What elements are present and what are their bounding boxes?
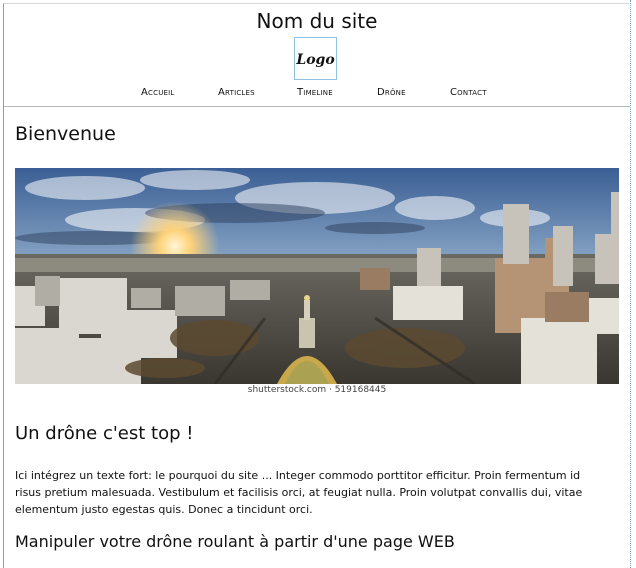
header-divider bbox=[4, 106, 630, 107]
nav-item-accueil[interactable]: Accueil bbox=[141, 87, 175, 98]
image-caption: shutterstock.com · 519168445 bbox=[247, 385, 387, 395]
hero-image bbox=[15, 168, 619, 384]
nav-item-drone[interactable]: Drône bbox=[377, 87, 406, 98]
page-title: Bienvenue bbox=[15, 123, 116, 145]
logo-text: Logo bbox=[295, 52, 334, 68]
nav-item-articles[interactable]: Articles bbox=[218, 87, 255, 98]
site-title: Nom du site bbox=[256, 9, 378, 33]
city-skyline-image bbox=[15, 168, 619, 384]
logo-icon: Logo bbox=[295, 52, 334, 68]
site-header: Nom du site Logo Accueil Articles Timeli… bbox=[4, 4, 630, 107]
layout-guide bbox=[630, 0, 631, 568]
intro-paragraph: Ici intégrez un texte fort: le pourquoi … bbox=[15, 469, 583, 516]
nav-item-timeline[interactable]: Timeline bbox=[297, 87, 333, 98]
main-nav: Accueil Articles Timeline Drône Contact bbox=[4, 87, 630, 103]
nav-item-contact[interactable]: Contact bbox=[450, 87, 487, 98]
subsection-title: Manipuler votre drône roulant à partir d… bbox=[15, 532, 455, 551]
section-title: Un drône c'est top ! bbox=[15, 423, 194, 444]
site-logo[interactable]: Logo bbox=[294, 37, 337, 80]
